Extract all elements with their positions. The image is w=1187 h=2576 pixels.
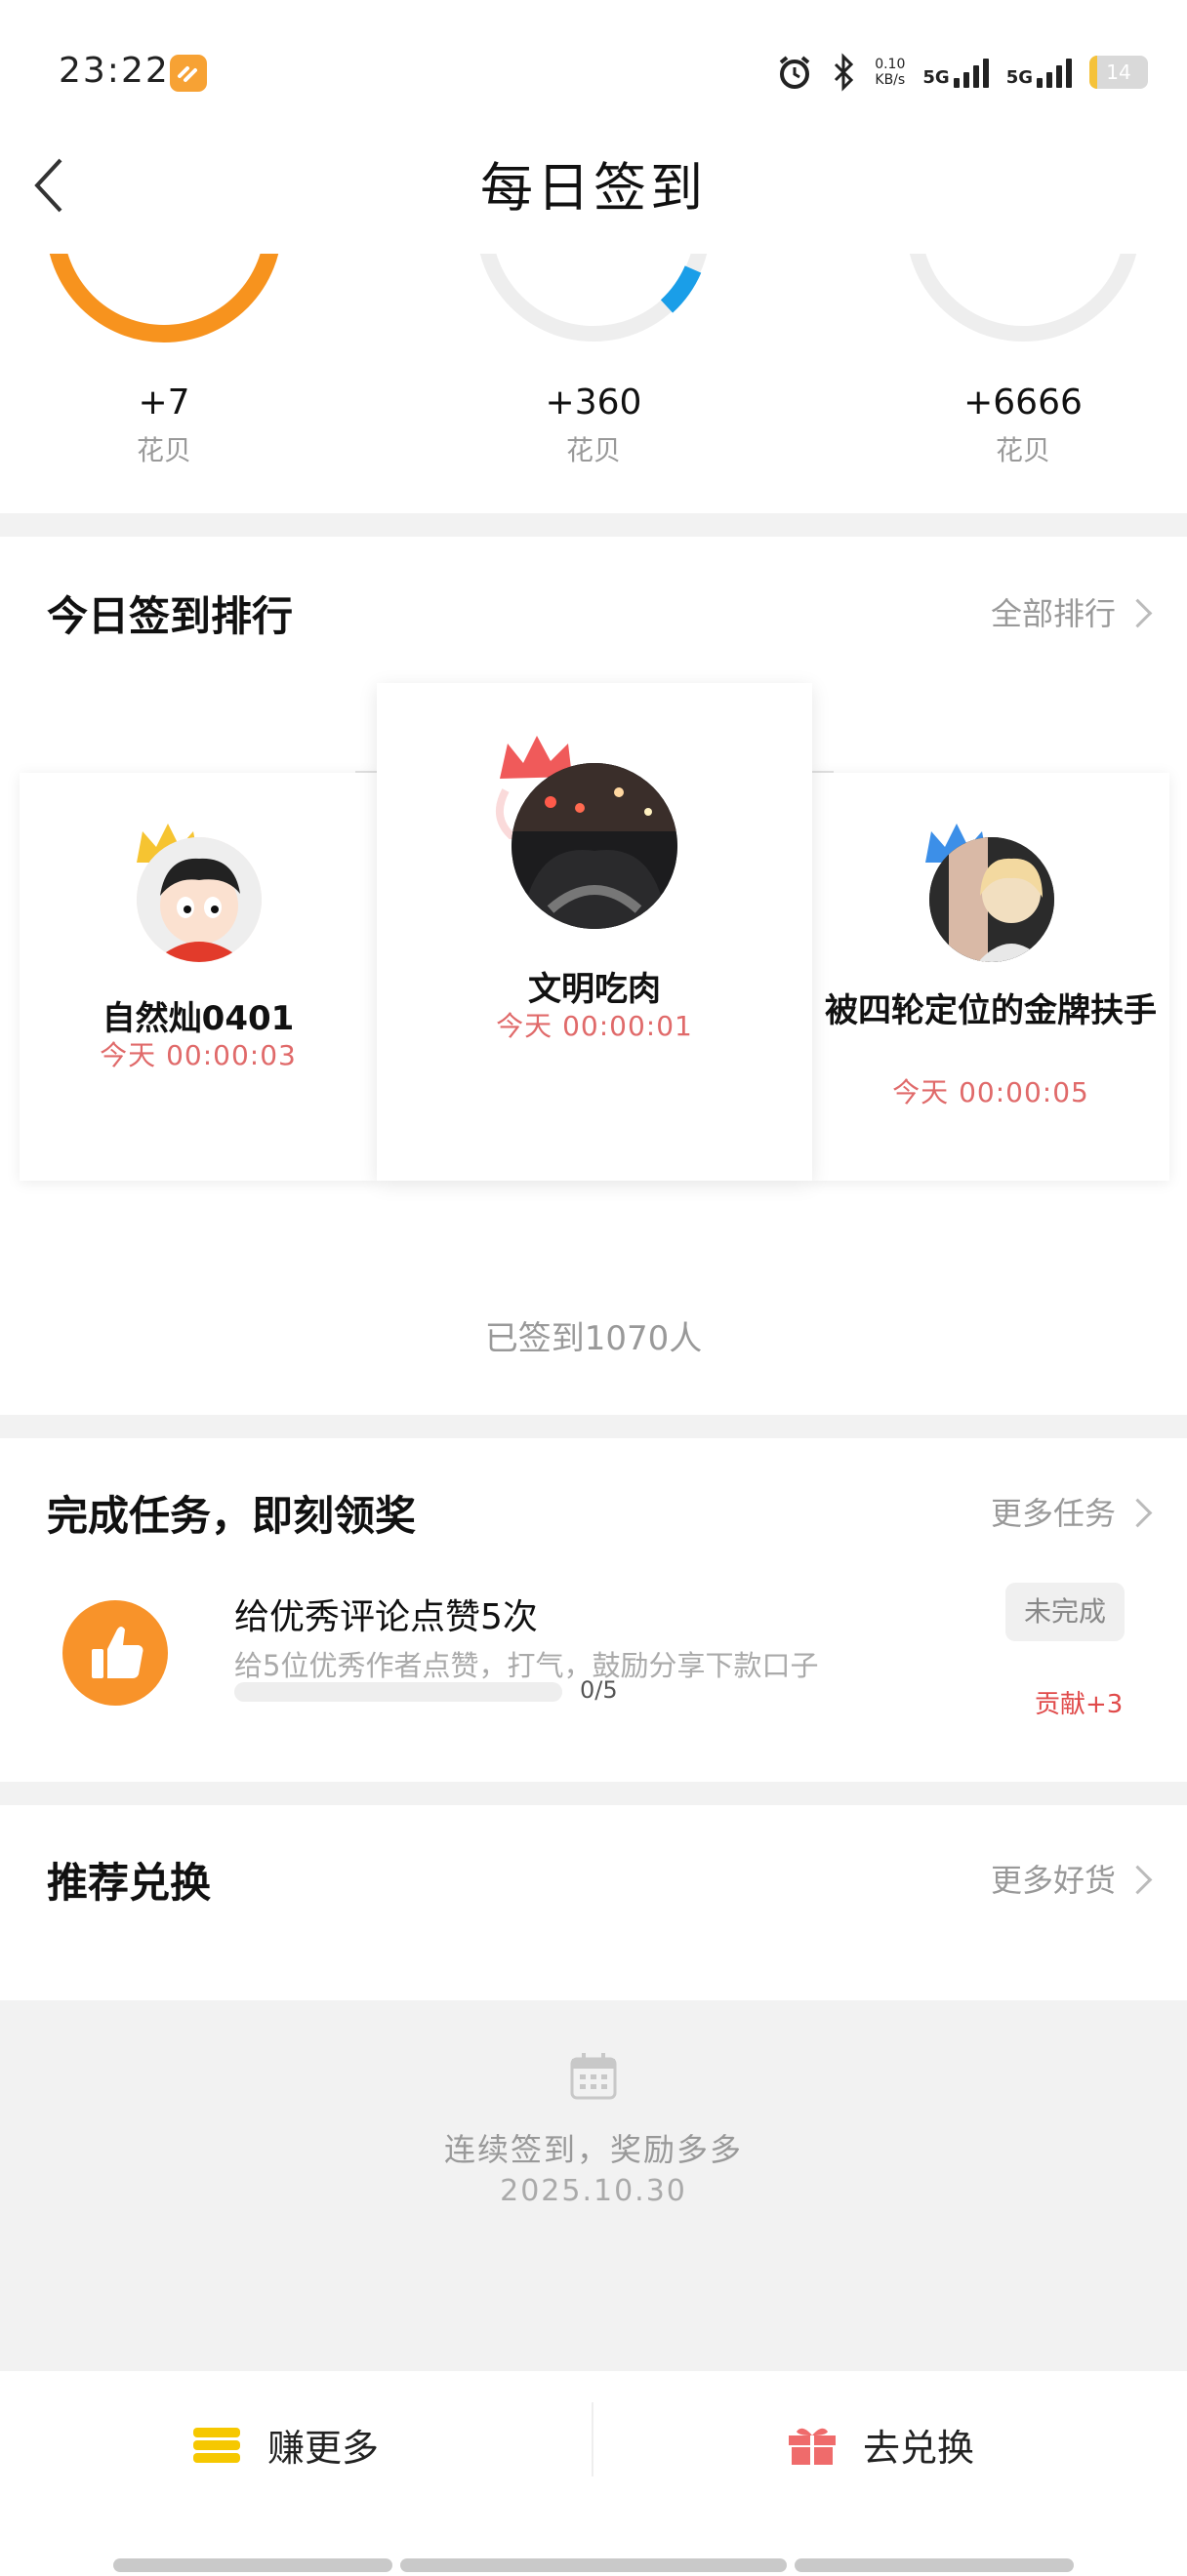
rank-second-time: 今天 00:00:03 bbox=[100, 1039, 297, 1071]
status-bar: 23:22 0.10 KB/s 5G 5G 14 bbox=[0, 0, 1187, 137]
status-time: 23:22 bbox=[59, 51, 170, 91]
divider bbox=[0, 1782, 1187, 1805]
empty-date: 2025.10.30 bbox=[500, 2174, 687, 2208]
avatar[interactable] bbox=[929, 837, 1054, 962]
recommend-title: 推荐兑换 bbox=[47, 1859, 212, 1907]
tasks-more-label: 更多任务 bbox=[990, 1495, 1116, 1532]
gift-icon bbox=[789, 2428, 836, 2465]
signal-2: 5G bbox=[1006, 57, 1072, 88]
net-speed: 0.10 KB/s bbox=[875, 57, 906, 88]
signal-bars-icon bbox=[953, 57, 989, 88]
app-badge-icon bbox=[170, 55, 207, 92]
home-indicator bbox=[113, 2558, 392, 2572]
calendar-icon bbox=[566, 2049, 621, 2104]
reward-value-1: +7 bbox=[138, 382, 190, 423]
home-indicator bbox=[400, 2558, 787, 2572]
ranking-more-label: 全部排行 bbox=[990, 595, 1116, 632]
reward-ring-2 bbox=[467, 254, 720, 351]
task-progress-text: 0/5 bbox=[580, 1676, 618, 1704]
bottom-bar bbox=[0, 2371, 1187, 2576]
battery-icon: 14 bbox=[1089, 56, 1148, 89]
divider bbox=[592, 2402, 594, 2476]
tasks-more-link[interactable]: 更多任务 bbox=[990, 1489, 1153, 1534]
rank-second-name: 自然灿0401 bbox=[102, 999, 295, 1038]
ranking-title: 今日签到排行 bbox=[47, 592, 294, 640]
task-desc: 给5位优秀作者点赞，打气，鼓励分享下款口子 bbox=[234, 1649, 819, 1682]
reward-unit-1: 花贝 bbox=[136, 434, 191, 466]
reward-unit-2: 花贝 bbox=[565, 434, 621, 466]
chevron-right-icon bbox=[1123, 1498, 1153, 1527]
task-status-button[interactable]: 未完成 bbox=[1005, 1583, 1125, 1641]
thumbs-up-icon bbox=[62, 1600, 168, 1706]
rank-first-time: 今天 00:00:01 bbox=[496, 1010, 693, 1042]
coins-icon bbox=[193, 2427, 240, 2463]
reward-value-3: +6666 bbox=[963, 382, 1083, 423]
redeem-label: 去兑换 bbox=[863, 2427, 975, 2470]
tasks-title: 完成任务，即刻领奖 bbox=[47, 1492, 417, 1540]
recommend-more-label: 更多好货 bbox=[990, 1862, 1116, 1899]
signin-count: 已签到1070人 bbox=[484, 1319, 703, 1358]
task-progress-bar bbox=[234, 1682, 562, 1702]
signal-1: 5G bbox=[922, 57, 989, 88]
bluetooth-icon bbox=[835, 53, 854, 92]
task-title: 给优秀评论点赞5次 bbox=[234, 1597, 538, 1637]
earn-more-label: 赚更多 bbox=[267, 2427, 380, 2470]
rank-card-first[interactable] bbox=[377, 683, 812, 1181]
divider bbox=[0, 1415, 1187, 1438]
rank-third-name: 被四轮定位的金牌扶手 bbox=[825, 991, 1157, 1030]
reward-ring-3 bbox=[896, 254, 1150, 351]
divider bbox=[0, 513, 1187, 537]
rank-first-name: 文明吃肉 bbox=[528, 970, 661, 1009]
recommend-more-link[interactable]: 更多好货 bbox=[990, 1856, 1153, 1901]
home-indicator bbox=[795, 2558, 1074, 2572]
rank-third-time: 今天 00:00:05 bbox=[892, 1076, 1089, 1108]
empty-text: 连续签到，奖励多多 bbox=[443, 2131, 743, 2168]
alarm-icon bbox=[779, 56, 810, 89]
avatar[interactable] bbox=[512, 763, 677, 929]
status-icons: 0.10 KB/s 5G 5G 14 bbox=[775, 49, 1148, 96]
ranking-more-link[interactable]: 全部排行 bbox=[990, 589, 1153, 634]
task-reward: 贡献+3 bbox=[1035, 1690, 1124, 1719]
reward-value-2: +360 bbox=[545, 382, 642, 423]
chevron-right-icon bbox=[1123, 598, 1153, 627]
page-title: 每日签到 bbox=[480, 157, 707, 219]
reward-ring-1 bbox=[37, 254, 291, 351]
avatar[interactable] bbox=[137, 837, 262, 962]
earn-more-button[interactable]: 赚更多 bbox=[191, 2418, 379, 2472]
signal-bars-icon bbox=[1037, 57, 1072, 88]
chevron-right-icon bbox=[1123, 1865, 1153, 1894]
redeem-button[interactable]: 去兑换 bbox=[787, 2418, 974, 2472]
reward-unit-3: 花贝 bbox=[995, 434, 1050, 466]
